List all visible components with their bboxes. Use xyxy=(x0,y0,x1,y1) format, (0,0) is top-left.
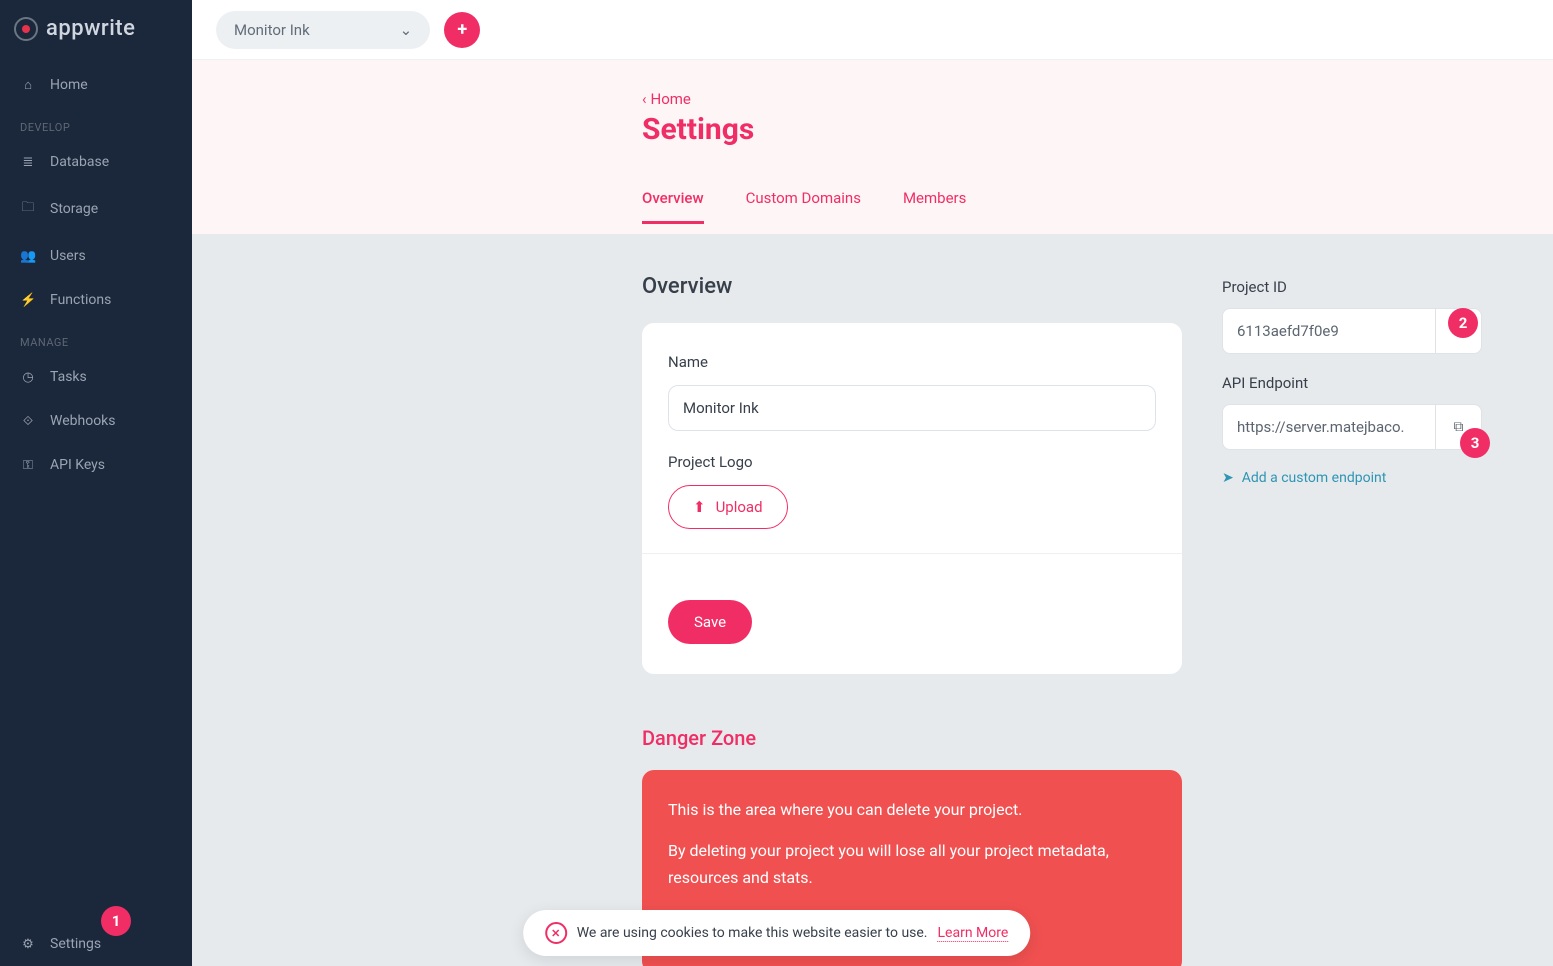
nav-database[interactable]: ≣ Database xyxy=(0,140,192,184)
page-header: ‹ Home Settings Overview Custom Domains … xyxy=(192,60,1553,234)
nav-label: Tasks xyxy=(50,369,87,385)
endpoint-field: ⧉ xyxy=(1222,404,1482,450)
nav-label: Home xyxy=(50,77,88,93)
project-select[interactable]: Monitor Ink ⌄ xyxy=(216,11,430,49)
projectid-value[interactable] xyxy=(1223,309,1435,353)
add-custom-endpoint-link[interactable]: ➤ Add a custom endpoint xyxy=(1222,470,1482,486)
project-select-value: Monitor Ink xyxy=(234,21,310,39)
nav-home[interactable]: ⌂ Home xyxy=(0,63,192,107)
folder-icon: 🗀 xyxy=(20,198,36,220)
tab-members[interactable]: Members xyxy=(903,189,966,224)
nav-label: Users xyxy=(50,248,86,264)
logo-icon xyxy=(14,17,38,41)
endpoint-value[interactable] xyxy=(1223,405,1435,449)
upload-icon: ⬆ xyxy=(693,498,706,516)
brand-text: appwrite xyxy=(46,16,135,41)
nav-section-manage: MANAGE xyxy=(0,322,192,355)
link-icon: ⟐ xyxy=(20,414,36,429)
cookie-learn-more-link[interactable]: Learn More xyxy=(938,925,1009,942)
danger-text: This is the area where you can delete yo… xyxy=(668,796,1156,823)
tab-overview[interactable]: Overview xyxy=(642,189,704,224)
brand: appwrite xyxy=(0,0,192,63)
overview-heading: Overview xyxy=(642,274,1182,299)
users-icon: 👥 xyxy=(20,249,36,264)
gear-icon: ⚙ xyxy=(20,937,36,952)
database-icon: ≣ xyxy=(20,155,36,170)
danger-text: By deleting your project you will lose a… xyxy=(668,837,1156,891)
nav-label: Functions xyxy=(50,292,111,308)
nav-webhooks[interactable]: ⟐ Webhooks xyxy=(0,399,192,443)
chevron-down-icon: ⌄ xyxy=(400,21,413,39)
nav-functions[interactable]: ⚡ Functions xyxy=(0,278,192,322)
project-name-input[interactable] xyxy=(668,385,1156,431)
nav-tasks[interactable]: ◷ Tasks xyxy=(0,355,192,399)
project-form-card: Name Project Logo ⬆ Upload Save xyxy=(642,323,1182,674)
projectid-field: ⧉ xyxy=(1222,308,1482,354)
key-icon: ⚿ xyxy=(20,458,36,473)
cookie-text: We are using cookies to make this websit… xyxy=(577,925,928,941)
clock-icon: ◷ xyxy=(20,370,36,385)
main-column: Overview Name Project Logo ⬆ Upload Save… xyxy=(642,274,1182,966)
logo-label: Project Logo xyxy=(668,453,1156,471)
nav-apikeys[interactable]: ⚿ API Keys xyxy=(0,443,192,487)
tab-custom-domains[interactable]: Custom Domains xyxy=(746,189,861,224)
tabs: Overview Custom Domains Members xyxy=(642,189,1542,224)
nav-label: Webhooks xyxy=(50,413,116,429)
nav-label: Storage xyxy=(50,201,98,217)
upload-label: Upload xyxy=(716,498,763,516)
cookie-close-button[interactable]: ✕ xyxy=(545,922,567,944)
custom-endpoint-label: Add a custom endpoint xyxy=(1242,470,1387,486)
nav-settings[interactable]: ⚙ Settings xyxy=(0,922,192,966)
annotation-badge-1: 1 xyxy=(101,906,131,936)
topbar: Monitor Ink ⌄ + xyxy=(192,0,1553,60)
nav-label: API Keys xyxy=(50,457,105,473)
annotation-badge-3: 3 xyxy=(1460,428,1490,458)
save-button[interactable]: Save xyxy=(668,600,752,644)
breadcrumb-label: Home xyxy=(651,90,691,108)
annotation-badge-2: 2 xyxy=(1448,308,1478,338)
page-title: Settings xyxy=(642,112,1542,147)
nav-storage[interactable]: 🗀 Storage xyxy=(0,184,192,234)
arrow-right-icon: ➤ xyxy=(1222,470,1234,486)
add-project-button[interactable]: + xyxy=(444,12,480,48)
side-column: Project ID ⧉ API Endpoint ⧉ ➤ Add a cust… xyxy=(1222,274,1482,486)
chevron-left-icon: ‹ xyxy=(642,90,647,108)
nav-users[interactable]: 👥 Users xyxy=(0,234,192,278)
danger-zone-heading: Danger Zone xyxy=(642,726,1182,750)
upload-button[interactable]: ⬆ Upload xyxy=(668,485,788,529)
name-label: Name xyxy=(668,353,1156,371)
nav-label: Database xyxy=(50,154,109,170)
bolt-icon: ⚡ xyxy=(20,293,36,308)
copy-icon: ⧉ xyxy=(1454,419,1464,435)
content: Overview Name Project Logo ⬆ Upload Save… xyxy=(192,234,1553,966)
nav-label: Settings xyxy=(50,936,101,952)
projectid-label: Project ID xyxy=(1222,278,1482,296)
endpoint-label: API Endpoint xyxy=(1222,374,1482,392)
nav-section-develop: DEVELOP xyxy=(0,107,192,140)
cookie-banner: ✕ We are using cookies to make this webs… xyxy=(523,910,1031,956)
breadcrumb-back[interactable]: ‹ Home xyxy=(642,90,1542,108)
home-icon: ⌂ xyxy=(20,77,36,93)
sidebar: appwrite ⌂ Home DEVELOP ≣ Database 🗀 Storag… xyxy=(0,0,192,966)
